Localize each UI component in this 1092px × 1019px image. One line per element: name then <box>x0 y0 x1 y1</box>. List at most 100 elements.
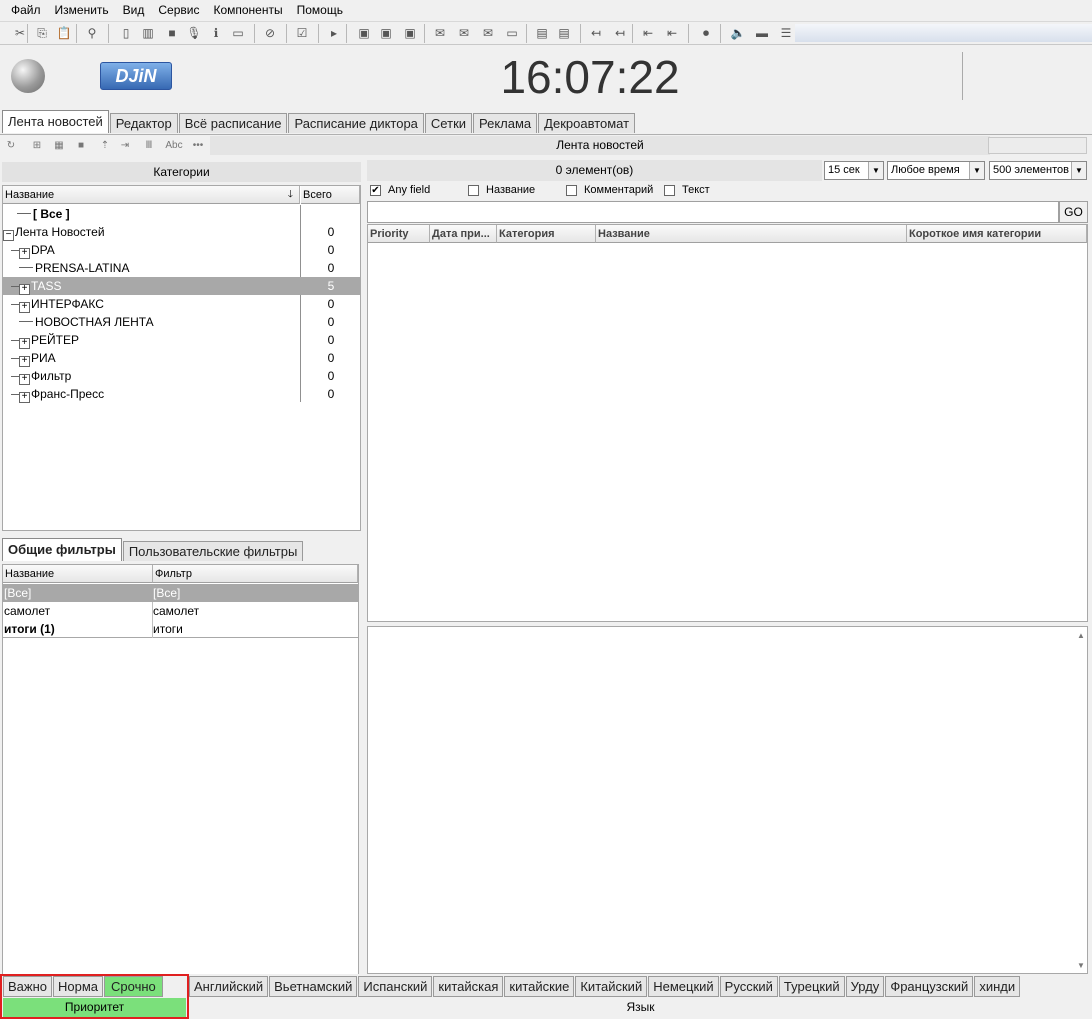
tab-main-4[interactable]: Сетки <box>424 113 473 133</box>
scroll-down-icon[interactable]: ▼ <box>1075 961 1087 970</box>
checkbox-comment[interactable] <box>566 184 577 196</box>
paste-icon[interactable]: 📋 <box>56 25 72 41</box>
category-row[interactable]: НОВОСТНАЯ ЛЕНТА 0 <box>3 313 360 331</box>
menu-item-4[interactable]: Компоненты <box>206 3 289 17</box>
menu-item-3[interactable]: Сервис <box>151 3 206 17</box>
arrow-left-icon[interactable]: ↤ <box>588 25 604 41</box>
check-title[interactable]: Название <box>468 184 535 196</box>
tab-main-5[interactable]: Реклама <box>473 113 538 133</box>
language-tab-2[interactable]: Испанский <box>358 976 433 997</box>
tab-filter-1[interactable]: Пользовательские фильтры <box>122 541 304 561</box>
expand-icon[interactable]: + <box>19 338 30 349</box>
expand-icon[interactable]: + <box>19 392 30 403</box>
move2-icon[interactable]: ⇤ <box>664 25 680 41</box>
language-tab-4[interactable]: китайские <box>504 976 575 997</box>
expand-icon[interactable]: + <box>19 302 30 313</box>
category-row[interactable]: + Фильтр 0 <box>3 367 360 385</box>
columns-icon[interactable]: Ⅲ <box>142 139 156 153</box>
import-icon[interactable]: ⇥ <box>118 139 132 153</box>
language-tab-9[interactable]: Урду <box>845 976 885 997</box>
check-text[interactable]: Текст <box>664 184 710 196</box>
chat-icon[interactable]: ▭ <box>504 25 520 41</box>
grid-icon[interactable]: ▦ <box>52 139 66 153</box>
mail3-icon[interactable]: ✉ <box>480 25 496 41</box>
move-icon[interactable]: ⇤ <box>640 25 656 41</box>
columns-icon[interactable]: ▥ <box>140 25 156 41</box>
category-row[interactable]: [ Все ] <box>3 205 360 223</box>
mail2-icon[interactable]: ✉ <box>456 25 472 41</box>
language-tab-1[interactable]: Вьетнамский <box>269 976 358 997</box>
category-row[interactable]: + TASS 5 <box>3 277 360 295</box>
comment-icon[interactable]: ▭ <box>230 25 246 41</box>
language-tab-8[interactable]: Турецкий <box>778 976 845 997</box>
arrow-left2-icon[interactable]: ↤ <box>612 25 628 41</box>
frame3-icon[interactable]: ▣ <box>402 25 418 41</box>
language-tab-7[interactable]: Русский <box>719 976 778 997</box>
expand-icon[interactable]: + <box>19 284 30 295</box>
go-button[interactable]: GO <box>1059 201 1088 223</box>
mail-icon[interactable]: ✉ <box>432 25 448 41</box>
checkbox-title[interactable] <box>468 184 479 196</box>
menu-item-2[interactable]: Вид <box>116 3 152 17</box>
col-title[interactable]: Название <box>596 225 907 243</box>
new-doc-icon[interactable]: ▯ <box>118 25 134 41</box>
tab-main-0[interactable]: Лента новостей <box>2 110 109 133</box>
list-icon[interactable]: ☰ <box>778 25 794 41</box>
tab-filter-0[interactable]: Общие фильтры <box>2 538 122 561</box>
bar-icon[interactable]: ▬ <box>754 25 770 41</box>
frame2-icon[interactable]: ▣ <box>378 25 394 41</box>
save-icon[interactable]: ▤ <box>534 25 550 41</box>
category-row[interactable]: + ИНТЕРФАКС 0 <box>3 295 360 313</box>
filter-row[interactable]: [Все] [Все] <box>3 584 358 602</box>
col-priority[interactable]: Priority <box>368 225 430 243</box>
check-comment[interactable]: Комментарий <box>566 184 653 196</box>
col-category[interactable]: Категория <box>497 225 596 243</box>
scroll-up-icon[interactable]: ▲ <box>1075 631 1087 640</box>
language-tab-5[interactable]: Китайский <box>575 976 648 997</box>
record-icon[interactable]: ⏺ <box>698 25 714 41</box>
play-icon[interactable]: ▸ <box>326 25 342 41</box>
refresh-icon[interactable]: ↻ <box>4 139 18 153</box>
speaker-icon[interactable]: 🔈 <box>730 25 746 41</box>
expand-icon[interactable]: + <box>19 356 30 367</box>
col-header-name[interactable]: Название 🡓 <box>3 186 300 204</box>
menu-item-1[interactable]: Изменить <box>48 3 116 17</box>
copy-icon[interactable]: ⎘ <box>34 25 50 41</box>
tab-main-3[interactable]: Расписание диктора <box>288 113 424 133</box>
info-icon[interactable]: ℹ <box>208 25 224 41</box>
expand-icon[interactable]: + <box>19 374 30 385</box>
tab-main-6[interactable]: Декроавтомат <box>538 113 636 133</box>
collapse-icon[interactable]: − <box>3 230 14 241</box>
language-tab-6[interactable]: Немецкий <box>648 976 719 997</box>
category-row[interactable]: + РИА 0 <box>3 349 360 367</box>
checkbox-any-field[interactable]: ✔ <box>370 184 381 196</box>
category-row[interactable]: − Лента Новостей 0 <box>3 223 360 241</box>
find-icon[interactable]: ⚲ <box>84 25 100 41</box>
cancel-icon[interactable]: ⊘ <box>262 25 278 41</box>
scissors-icon[interactable]: ✂ <box>12 25 28 41</box>
category-row[interactable]: + DPA 0 <box>3 241 360 259</box>
language-tab-10[interactable]: Французский <box>885 976 974 997</box>
col-header-total[interactable]: Всего <box>301 186 360 204</box>
filter-row[interactable]: итоги (1) итоги <box>3 620 358 638</box>
col-short-category[interactable]: Короткое имя категории <box>907 225 1087 243</box>
upload-icon[interactable]: ⇡ <box>98 139 112 153</box>
checkbox-text[interactable] <box>664 184 675 196</box>
stop-icon[interactable]: ■ <box>74 139 88 153</box>
filter-row[interactable]: самолет самолет <box>3 602 358 620</box>
more-icon[interactable]: ••• <box>188 139 208 153</box>
time-range-select[interactable]: Любое время ▼ <box>887 161 985 180</box>
filters-col-name[interactable]: Название <box>3 565 153 583</box>
col-date[interactable]: Дата при... <box>430 225 497 243</box>
category-row[interactable]: + РЕЙТЕР 0 <box>3 331 360 349</box>
search-input[interactable] <box>367 201 1059 223</box>
menu-item-5[interactable]: Помощь <box>290 3 350 17</box>
menu-item-0[interactable]: Файл <box>4 3 48 17</box>
category-row[interactable]: + Франс-Пресс 0 <box>3 385 360 403</box>
language-tab-11[interactable]: хинди <box>974 976 1021 997</box>
tab-main-2[interactable]: Всё расписание <box>178 113 288 133</box>
expand-icon[interactable]: + <box>19 248 30 259</box>
category-row[interactable]: PRENSA-LATINA 0 <box>3 259 360 277</box>
language-tab-3[interactable]: китайская <box>433 976 504 997</box>
tree-icon[interactable]: ⊞ <box>30 139 44 153</box>
